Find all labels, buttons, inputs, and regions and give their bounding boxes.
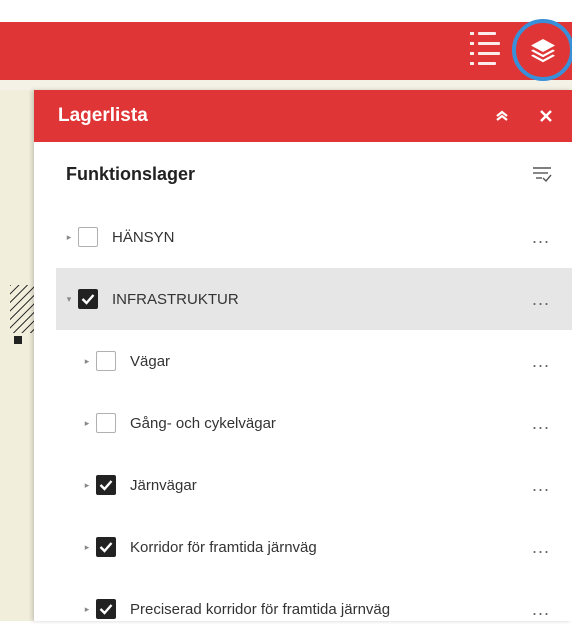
layer-row[interactable]: ▸ Vägar...: [34, 330, 572, 392]
layer-label: Vägar: [130, 352, 171, 370]
more-options-button[interactable]: ...: [526, 290, 556, 308]
map-strip[interactable]: [0, 90, 34, 621]
layer-list-panel: Lagerlista Funktionslager ▸ HÄNSYN... ▾ INF…: [34, 90, 572, 621]
caret-right-icon[interactable]: ▸: [82, 604, 92, 614]
layers-button[interactable]: [512, 19, 572, 81]
layer-label: INFRASTRUKTUR: [112, 290, 239, 308]
map-point-feature: [14, 336, 22, 344]
panel-title: Lagerlista: [58, 105, 148, 126]
map-hatch-feature: [10, 285, 34, 333]
filter-button[interactable]: [530, 162, 554, 186]
layer-label: Korridor för framtida järnväg: [130, 538, 317, 556]
more-options-button[interactable]: ...: [526, 228, 556, 246]
collapse-button[interactable]: [490, 104, 514, 128]
layer-label: HÄNSYN: [112, 228, 175, 246]
more-options-button[interactable]: ...: [526, 476, 556, 494]
layer-label: Gång- och cykelvägar: [130, 414, 276, 432]
layer-checkbox[interactable]: [96, 413, 116, 433]
more-options-button[interactable]: ...: [526, 600, 556, 618]
layer-checkbox[interactable]: [78, 289, 98, 309]
layer-row[interactable]: ▸ Preciserad korridor för framtida järnvä…: [34, 578, 572, 640]
filter-icon: [533, 167, 552, 183]
layer-checkbox[interactable]: [96, 599, 116, 619]
layer-row[interactable]: ▸ HÄNSYN...: [34, 206, 572, 268]
caret-right-icon[interactable]: ▸: [64, 232, 74, 242]
panel-header: Lagerlista: [34, 90, 572, 142]
layer-checkbox[interactable]: [96, 351, 116, 371]
layer-list-icon[interactable]: [470, 30, 504, 70]
layer-checkbox[interactable]: [96, 475, 116, 495]
more-options-button[interactable]: ...: [526, 414, 556, 432]
layer-list: ▸ HÄNSYN... ▾ INFRASTRUKTUR... ▸ Vägar... ▸ Gån…: [34, 206, 572, 640]
close-icon: [540, 110, 552, 122]
more-options-button[interactable]: ...: [526, 352, 556, 370]
layer-row[interactable]: ▸ Korridor för framtida järnväg...: [34, 516, 572, 578]
layer-row[interactable]: ▾ INFRASTRUKTUR...: [56, 268, 572, 330]
caret-down-icon[interactable]: ▾: [64, 294, 74, 304]
layer-label: Järnvägar: [130, 476, 197, 494]
chevron-up-icon: [496, 110, 508, 121]
layer-checkbox[interactable]: [78, 227, 98, 247]
section-header: Funktionslager: [34, 142, 572, 206]
layer-label: Preciserad korridor för framtida järnväg: [130, 600, 391, 618]
close-button[interactable]: [534, 104, 558, 128]
layer-row[interactable]: ▸ Järnvägar...: [34, 454, 572, 516]
caret-right-icon[interactable]: ▸: [82, 356, 92, 366]
layers-icon: [531, 39, 555, 63]
top-margin: [0, 0, 572, 22]
caret-right-icon[interactable]: ▸: [82, 418, 92, 428]
section-title: Funktionslager: [66, 163, 196, 184]
layer-checkbox[interactable]: [96, 537, 116, 557]
layer-row[interactable]: ▸ Gång- och cykelvägar...: [34, 392, 572, 454]
caret-right-icon[interactable]: ▸: [82, 480, 92, 490]
more-options-button[interactable]: ...: [526, 538, 556, 556]
caret-right-icon[interactable]: ▸: [82, 542, 92, 552]
